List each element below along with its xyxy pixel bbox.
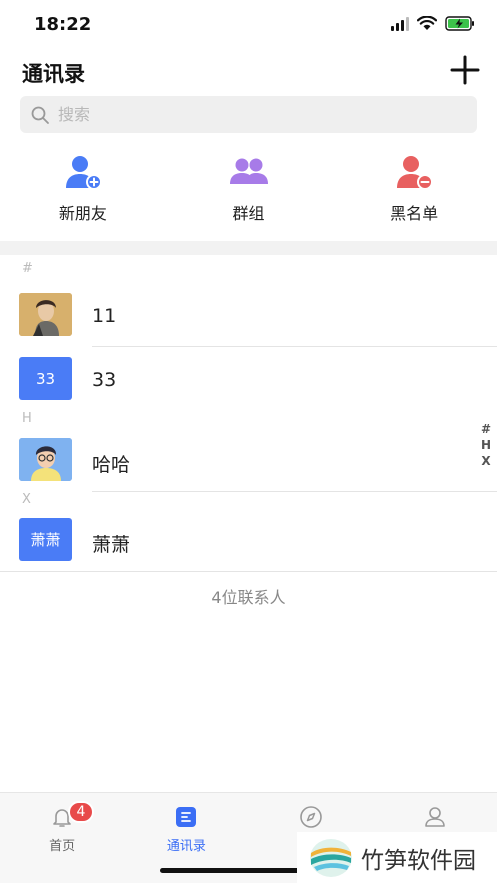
section-header-hash: # xyxy=(22,261,33,276)
add-user-icon xyxy=(65,156,102,190)
status-icons xyxy=(391,16,475,31)
new-friends-button[interactable]: 新朋友 xyxy=(0,150,166,230)
tab-label: 通讯录 xyxy=(166,839,206,854)
groups-label: 群组 xyxy=(232,204,265,223)
contact-count: 4位联系人 xyxy=(211,588,286,607)
notification-badge: 4 xyxy=(68,801,94,823)
plus-icon xyxy=(450,55,480,85)
add-button[interactable] xyxy=(449,54,481,86)
signal-icon xyxy=(391,16,409,31)
header: 通讯录 xyxy=(0,52,497,92)
status-bar: 18:22 xyxy=(0,0,497,48)
battery-charging-icon xyxy=(445,16,474,31)
row-divider xyxy=(92,491,497,492)
page-title: 通讯录 xyxy=(22,62,85,86)
watermark-text: 竹笋软件园 xyxy=(361,847,476,874)
contact-name: 11 xyxy=(92,305,117,327)
contacts-icon xyxy=(176,807,197,827)
search-input[interactable] xyxy=(58,105,458,124)
groups-button[interactable]: 群组 xyxy=(166,150,332,230)
contact-row[interactable]: 萧萧 萧萧 xyxy=(0,510,497,574)
bamboo-logo-icon xyxy=(310,838,352,877)
avatar xyxy=(19,293,72,336)
search-icon xyxy=(31,106,49,124)
contact-name: 萧萧 xyxy=(92,534,131,556)
avatar xyxy=(19,438,72,481)
contact-name: 哈哈 xyxy=(92,454,131,476)
quick-actions: 新朋友 群组 黑名单 xyxy=(0,150,497,230)
alpha-index-item[interactable]: H xyxy=(481,438,491,453)
contact-row[interactable]: 33 33 xyxy=(0,349,497,413)
avatar: 萧萧 xyxy=(19,518,72,561)
group-icon xyxy=(229,158,268,184)
contact-row[interactable]: 11 xyxy=(0,285,497,349)
tab-home[interactable]: 4 首页 xyxy=(0,793,124,883)
tab-label: 首页 xyxy=(49,839,76,854)
search-bar[interactable] xyxy=(20,96,477,133)
block-user-icon xyxy=(397,156,434,190)
row-divider xyxy=(92,346,497,347)
blacklist-button[interactable]: 黑名单 xyxy=(331,150,497,230)
contact-name: 33 xyxy=(92,369,117,391)
section-header-x: X xyxy=(22,492,31,507)
compass-icon xyxy=(299,806,322,828)
status-time: 18:22 xyxy=(34,14,92,35)
alpha-index-item[interactable]: # xyxy=(481,422,491,437)
watermark: 竹笋软件园 xyxy=(297,832,497,883)
avatar: 33 xyxy=(19,357,72,400)
new-friends-label: 新朋友 xyxy=(58,204,107,223)
wifi-icon xyxy=(417,16,437,30)
user-icon xyxy=(425,807,445,827)
alpha-index-item[interactable]: X xyxy=(481,454,490,469)
blacklist-label: 黑名单 xyxy=(390,204,439,223)
row-divider xyxy=(0,571,497,572)
alphabet-index[interactable]: # H X xyxy=(481,422,491,469)
contact-row[interactable]: 哈哈 xyxy=(0,430,497,494)
section-header-h: H xyxy=(22,411,32,426)
section-divider xyxy=(0,241,497,255)
